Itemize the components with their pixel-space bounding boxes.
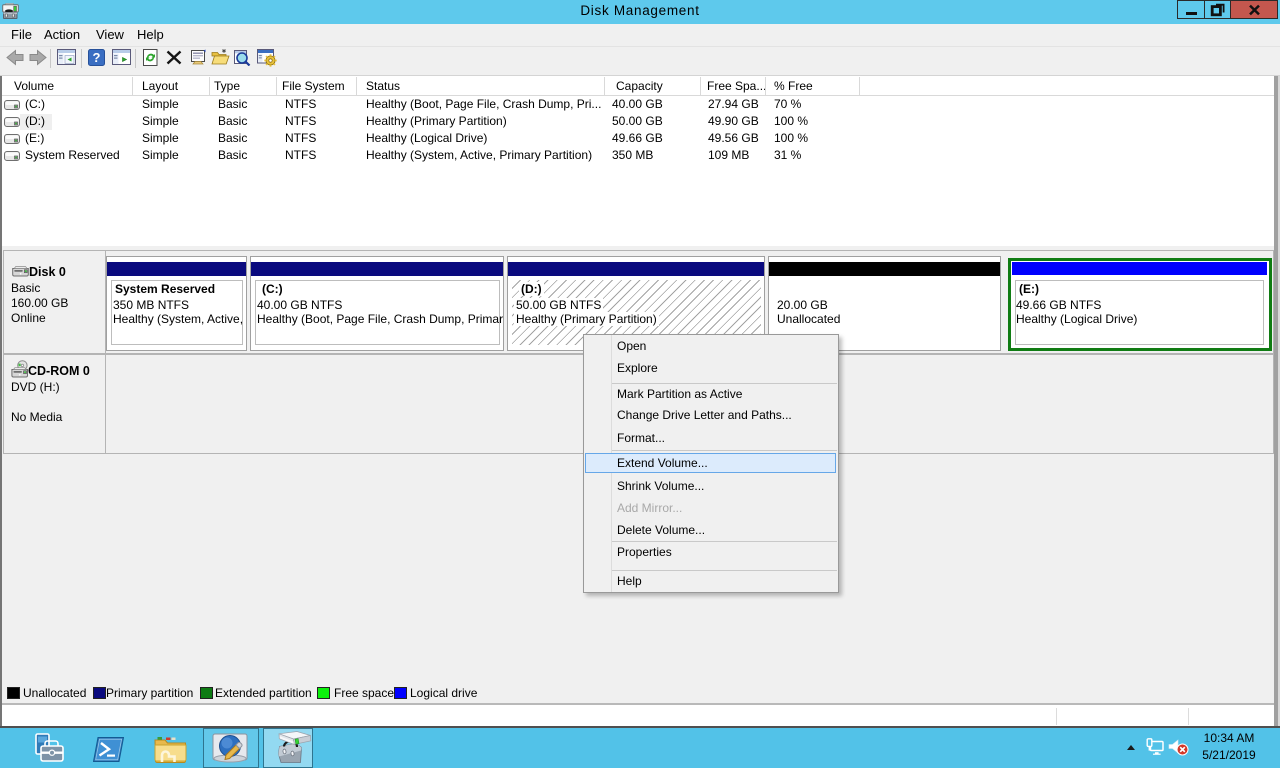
svg-text:?: ? xyxy=(93,50,101,65)
